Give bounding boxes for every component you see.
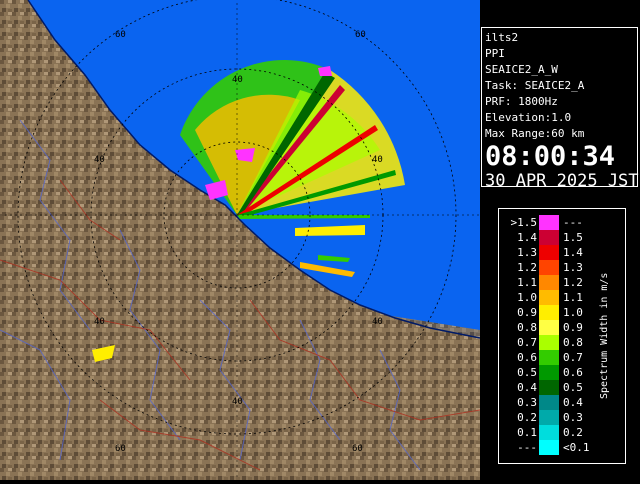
legend-upper-bound: 1.5 xyxy=(563,231,583,244)
legend-upper-bound: 1.2 xyxy=(563,276,583,289)
legend-color-swatch xyxy=(539,440,559,455)
legend-color-swatch xyxy=(539,230,559,245)
legend-color-swatch xyxy=(539,425,559,440)
legend-upper-bound: 0.9 xyxy=(563,321,583,334)
range-label-60-n: 60 xyxy=(355,30,366,40)
legend-color-swatch xyxy=(539,350,559,365)
legend-lower-bound: 0.4 xyxy=(517,381,537,394)
legend-color-swatch xyxy=(539,260,559,275)
max-range-value: Max Range:60 km xyxy=(485,127,585,140)
legend-lower-bound: 0.8 xyxy=(517,321,537,334)
prf-value: PRF: 1800Hz xyxy=(485,95,558,108)
station-name: ilts2 xyxy=(485,31,519,44)
legend-color-swatch xyxy=(539,290,559,305)
elevation-value: Elevation:1.0 xyxy=(485,111,572,124)
legend-lower-bound: 1.1 xyxy=(517,276,537,289)
legend-lower-bound: 0.7 xyxy=(517,336,537,349)
legend-title: Spectrum Width in m/s xyxy=(599,272,610,400)
volume-name: SEAICE2_A_W xyxy=(485,63,558,76)
legend-upper-bound: 1.0 xyxy=(563,306,583,319)
legend-color-swatch xyxy=(539,365,559,380)
radar-map-svg: 60 60 40 40 40 40 40 40 60 60 xyxy=(0,0,481,480)
range-label-40-sw: 40 xyxy=(94,317,105,327)
legend-upper-bound: 1.1 xyxy=(563,291,583,304)
legend-upper-bound: <0.1 xyxy=(563,441,590,454)
legend-upper-bound: 0.6 xyxy=(563,366,583,379)
legend-upper-bound: 0.7 xyxy=(563,351,583,364)
range-label-40-w: 40 xyxy=(94,155,105,165)
legend-upper-bound: 1.3 xyxy=(563,261,583,274)
legend-lower-bound: 1.2 xyxy=(517,261,537,274)
legend-lower-bound: 0.1 xyxy=(517,426,537,439)
legend-color-swatch xyxy=(539,245,559,260)
legend-lower-bound: 0.6 xyxy=(517,351,537,364)
radar-ppi-display: 60 60 40 40 40 40 40 40 60 60 xyxy=(0,0,481,480)
legend-color-swatch xyxy=(539,275,559,290)
legend-upper-bound: 0.4 xyxy=(563,396,583,409)
legend-color-swatch xyxy=(539,395,559,410)
range-label-40-e: 40 xyxy=(372,155,383,165)
legend-lower-bound: 1.0 xyxy=(517,291,537,304)
legend-lower-bound: 1.4 xyxy=(517,231,537,244)
legend-lower-bound: 1.3 xyxy=(517,246,537,259)
legend-color-swatch xyxy=(539,320,559,335)
legend-color-swatch xyxy=(539,305,559,320)
range-label-60-se: 60 xyxy=(352,444,363,454)
range-label-40-se: 40 xyxy=(372,317,383,327)
info-panel: ilts2 PPI SEAICE2_A_W Task: SEAICE2_A PR… xyxy=(481,27,639,191)
legend-lower-bound: >1.5 xyxy=(510,216,538,229)
clock-time: 08:00:34 xyxy=(485,141,616,172)
legend-lower-bound: --- xyxy=(517,441,537,454)
legend-upper-bound: 0.5 xyxy=(563,381,583,394)
scan-mode: PPI xyxy=(485,47,505,60)
range-label-40-s: 40 xyxy=(232,397,243,407)
range-label-60-sw: 60 xyxy=(115,444,126,454)
legend-color-swatch xyxy=(539,380,559,395)
range-label-40-nw: 40 xyxy=(232,75,243,85)
legend-upper-bound: 0.8 xyxy=(563,336,583,349)
legend-color-swatch xyxy=(539,335,559,350)
legend-lower-bound: 0.2 xyxy=(517,411,537,424)
legend-color-swatch xyxy=(539,410,559,425)
legend-color-swatch xyxy=(539,215,559,230)
legend-lower-bound: 0.3 xyxy=(517,396,537,409)
color-legend: >1.5 --- 1.4 1.5 1.3 1.4 1.2 1.3 1.1 1.2 1.0 1.1 0.9… xyxy=(498,208,626,464)
date-label: 30 APR 2025 JST xyxy=(485,171,639,191)
range-label-60-nw: 60 xyxy=(115,30,126,40)
legend-upper-bound: 0.2 xyxy=(563,426,583,439)
task-name: Task: SEAICE2_A xyxy=(485,79,585,92)
legend-lower-bound: 0.9 xyxy=(517,306,537,319)
legend-upper-bound: 1.4 xyxy=(563,246,583,259)
legend-upper-bound: 0.3 xyxy=(563,411,583,424)
legend-upper-bound: --- xyxy=(563,216,583,229)
legend-lower-bound: 0.5 xyxy=(517,366,537,379)
